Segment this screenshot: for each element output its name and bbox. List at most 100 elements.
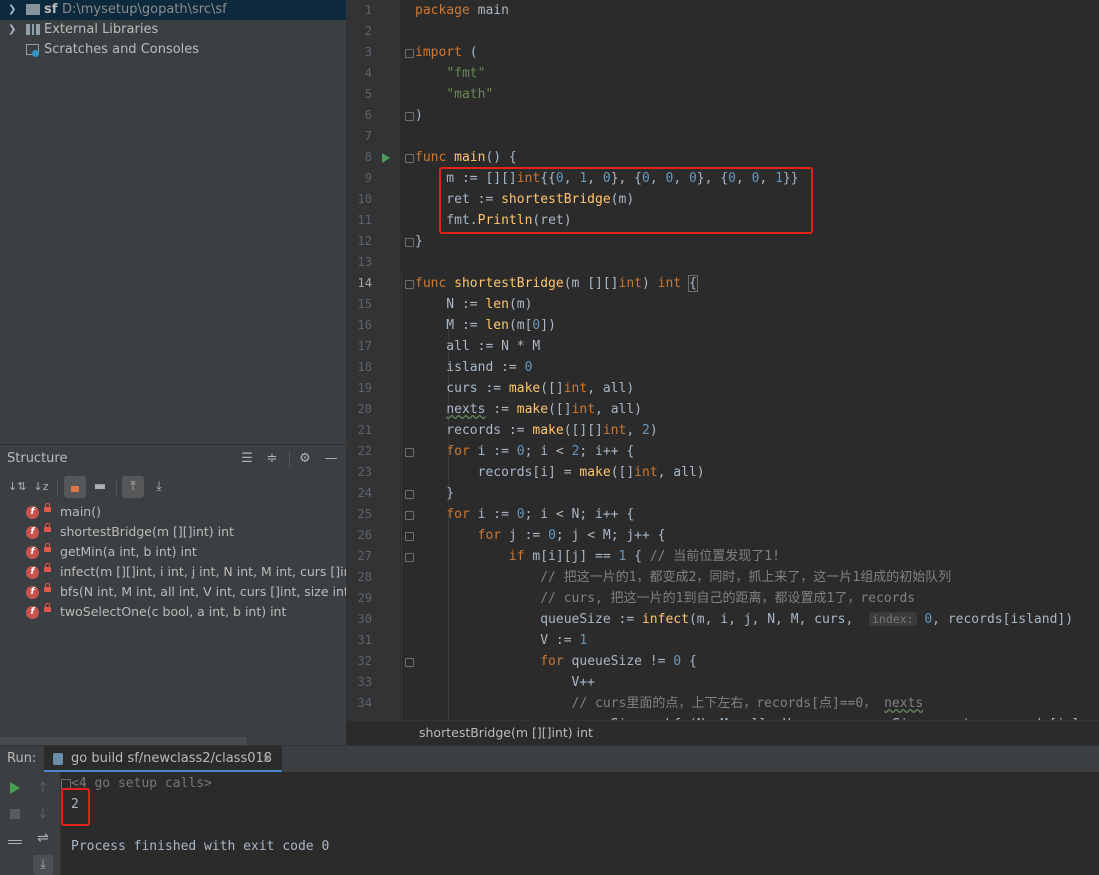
minimize-icon[interactable]: — xyxy=(323,451,339,467)
code-line-20: nexts := make([]int, all) xyxy=(446,402,643,417)
fold-icon[interactable] xyxy=(405,280,414,289)
line-number: 1 xyxy=(364,3,372,17)
line-number: 34 xyxy=(357,696,372,710)
line-number: 19 xyxy=(357,381,372,395)
line-number: 8 xyxy=(364,150,372,164)
line-number: 5 xyxy=(364,87,372,101)
function-icon: f xyxy=(26,586,39,599)
code-editor[interactable]: 1 2 3 4 5 6 7 8 9 10 11 12 13 14 15 16 17 18 19 20 21 22 23 24 2… xyxy=(346,0,1099,720)
code-line-29: // curs, 把这一片的1到自己的距离，都设置成1了，records xyxy=(540,591,916,606)
rerun-icon[interactable] xyxy=(10,782,20,794)
fold-icon[interactable] xyxy=(405,511,414,520)
line-number: 24 xyxy=(357,486,372,500)
sort-visibility-icon[interactable]: ↓⇅ xyxy=(8,479,26,495)
line-number: 4 xyxy=(364,66,372,80)
code-line-8: func main() { xyxy=(415,150,517,165)
toolbar-divider xyxy=(289,451,290,467)
line-number: 14 xyxy=(357,276,372,290)
run-toolbar: ↑ ↓ ⇌ ⤓ xyxy=(0,772,61,875)
structure-item[interactable]: f shortestBridge(m [][]int) int xyxy=(0,522,346,542)
setup-calls[interactable]: <4 go setup calls> xyxy=(71,776,212,791)
code-line-34: // curs里面的点，上下左右，records[点]==0， nexts xyxy=(571,696,924,711)
run-gutter-icon[interactable] xyxy=(382,153,390,163)
project-root-row[interactable]: ❯ sf D:\mysetup\gopath\src\sf xyxy=(0,0,346,20)
structure-panel: Structure ☰ ≑ ⚙ — ↓⇅ ↓z ▬ ⤒ ⤓ f main() f… xyxy=(0,444,346,745)
line-number: 29 xyxy=(357,591,372,605)
code-line-18: island := 0 xyxy=(415,360,533,375)
fold-icon[interactable] xyxy=(405,448,414,457)
show-private-toggle[interactable] xyxy=(64,476,86,498)
indent-guide xyxy=(401,273,402,720)
scratches-badge-icon xyxy=(32,50,39,57)
code-line-1: package main xyxy=(415,3,509,18)
fold-icon[interactable] xyxy=(405,49,414,58)
fold-icon[interactable] xyxy=(405,154,414,163)
arrow-up-icon[interactable]: ↑ xyxy=(37,780,49,796)
folder-toggle-icon[interactable]: ▬ xyxy=(92,479,108,495)
line-number: 15 xyxy=(357,297,372,311)
external-libraries-row[interactable]: ❯ External Libraries xyxy=(0,20,346,40)
line-number: 2 xyxy=(364,24,372,38)
highlight-box xyxy=(61,788,90,826)
structure-item[interactable]: f main() xyxy=(0,502,346,522)
fold-icon[interactable] xyxy=(405,532,414,541)
structure-item-label: bfs(N int, M int, all int, V int, curs [… xyxy=(60,584,346,599)
code-line-5: "math" xyxy=(446,87,494,102)
structure-item[interactable]: f bfs(N int, M int, all int, V int, curs… xyxy=(0,582,346,602)
code-line-25: for i := 0; i < N; i++ { xyxy=(446,507,635,522)
structure-title: Structure xyxy=(7,451,68,466)
collapse-all-icon[interactable]: ≑ xyxy=(264,451,280,467)
close-icon[interactable]: ✕ xyxy=(262,746,272,772)
structure-item[interactable]: f infect(m [][]int, i int, j int, N int,… xyxy=(0,562,346,582)
lock-icon xyxy=(44,583,51,592)
code-line-23: records[i] = make([]int, all) xyxy=(415,465,705,480)
code-line-17: all := N * M xyxy=(415,339,541,354)
stop-icon[interactable] xyxy=(10,809,20,819)
soft-wrap-icon[interactable]: ⇌ xyxy=(37,830,49,846)
lock-icon xyxy=(44,603,51,612)
line-number: 3 xyxy=(364,45,372,59)
autoscroll-from-source-icon[interactable]: ⤓ xyxy=(151,479,167,495)
fold-icon[interactable] xyxy=(405,553,414,562)
breadcrumb-function[interactable]: shortestBridge(m [][]int) int xyxy=(419,721,593,745)
expand-all-icon[interactable]: ☰ xyxy=(239,451,255,467)
run-tab[interactable]: go build sf/newclass2/class018 ✕ xyxy=(44,746,282,772)
process-finished-message: Process finished with exit code 0 xyxy=(71,839,330,854)
layout-icon[interactable] xyxy=(8,840,22,854)
fold-icon[interactable] xyxy=(405,238,414,247)
scratches-row[interactable]: Scratches and Consoles xyxy=(0,40,346,60)
structure-item[interactable]: f getMin(a int, b int) int xyxy=(0,542,346,562)
line-number: 22 xyxy=(357,444,372,458)
line-number: 6 xyxy=(364,108,372,122)
code-line-28: // 把这一片的1，都变成2，同时，抓上来了，这一片1组成的初始队列 xyxy=(540,570,952,585)
fold-icon[interactable] xyxy=(405,112,414,121)
code-line-19: curs := make([]int, all) xyxy=(415,381,635,396)
line-number: 32 xyxy=(357,654,372,668)
function-icon: f xyxy=(26,546,39,559)
structure-horizontal-scrollbar[interactable] xyxy=(0,737,246,745)
code-line-12: } xyxy=(415,234,423,249)
structure-item[interactable]: f twoSelectOne(c bool, a int, b int) int xyxy=(0,602,346,622)
scroll-to-end-icon[interactable]: ⤓ xyxy=(33,855,53,875)
code-line-30: queueSize := infect(m, i, j, N, M, curs,… xyxy=(415,612,1074,627)
line-number: 23 xyxy=(357,465,372,479)
structure-item-label: main() xyxy=(60,504,101,519)
gear-icon[interactable]: ⚙ xyxy=(297,451,313,467)
toolbar-divider xyxy=(57,479,58,497)
line-number: 27 xyxy=(357,549,372,563)
code-line-31: V := 1 xyxy=(415,633,588,648)
fold-icon[interactable] xyxy=(405,490,414,499)
code-line-22: for i := 0; i < 2; i++ { xyxy=(446,444,635,459)
function-icon: f xyxy=(26,606,39,619)
line-number: 11 xyxy=(357,213,372,227)
fold-icon[interactable] xyxy=(405,658,414,667)
chevron-right-icon[interactable]: ❯ xyxy=(8,0,16,20)
arrow-down-icon[interactable]: ↓ xyxy=(37,806,49,822)
autoscroll-to-source-toggle[interactable]: ⤒ xyxy=(122,476,144,498)
editor-breadcrumb[interactable]: shortestBridge(m [][]int) int xyxy=(346,720,1099,745)
line-number: 31 xyxy=(357,633,372,647)
line-number: 21 xyxy=(357,423,372,437)
chevron-right-icon[interactable]: ❯ xyxy=(8,20,16,40)
sort-alpha-icon[interactable]: ↓z xyxy=(33,479,49,495)
code-line-6: ) xyxy=(415,108,423,123)
